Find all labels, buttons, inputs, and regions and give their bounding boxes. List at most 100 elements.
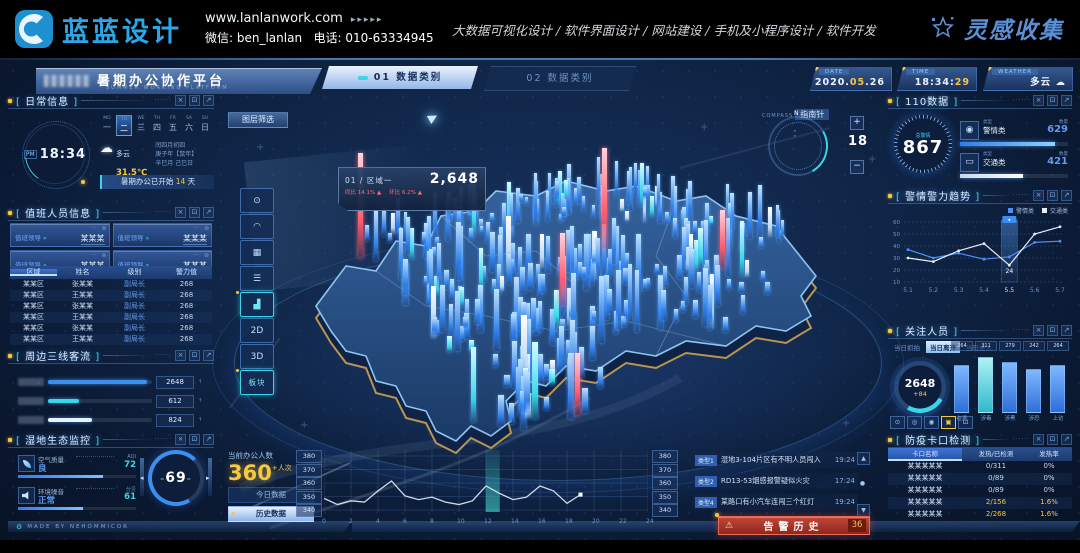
weekday[interactable]: FR五 bbox=[166, 115, 180, 136]
window-icon[interactable]: ⊡ bbox=[189, 207, 200, 218]
plus-decor: + bbox=[868, 154, 876, 165]
scroll-up-icon[interactable]: ▲ bbox=[857, 452, 870, 465]
bar-label: 涉恐 bbox=[1022, 414, 1046, 422]
x-tick: 16 bbox=[538, 518, 546, 525]
window-icon[interactable]: ⊡ bbox=[189, 350, 200, 361]
tab-data-category-2[interactable]: 02 数据类别 bbox=[484, 66, 636, 91]
expand-icon[interactable]: ↗ bbox=[203, 350, 214, 361]
weekday[interactable]: SA六 bbox=[182, 115, 196, 136]
weekday[interactable]: TU二 bbox=[116, 115, 132, 136]
duty-table: 区域姓名级别警力值某某区张某某副局长268某某区王某某副局长268某某区张某某副… bbox=[10, 266, 212, 345]
cctv-icon[interactable]: ⊙ bbox=[240, 188, 274, 213]
close-icon[interactable]: × bbox=[175, 350, 186, 361]
focus-tab[interactable]: 当日抓拍 bbox=[890, 341, 924, 353]
weekday[interactable]: SU日 bbox=[198, 115, 212, 136]
zoom-out-button[interactable]: − bbox=[850, 160, 864, 174]
bar[interactable] bbox=[978, 357, 993, 413]
table-row[interactable]: 某某某某某0/890% bbox=[888, 473, 1072, 485]
gauge-right-arrow[interactable]: ▸ bbox=[206, 474, 210, 482]
close-icon[interactable]: ⊗ bbox=[204, 252, 209, 259]
table-row[interactable]: 某某某某某2/1561.6% bbox=[888, 497, 1072, 509]
alert-tag: 类型2 bbox=[695, 476, 717, 487]
expand-icon[interactable]: ↗ bbox=[1061, 95, 1072, 106]
table-row[interactable]: 某某区王某某副局长268 bbox=[10, 334, 212, 345]
chart-icon[interactable]: ▟ bbox=[240, 292, 274, 317]
corner-accent bbox=[8, 99, 12, 103]
alert-item[interactable]: 类型1湿地3-104片区有不明人员闯入19:24 bbox=[692, 452, 858, 468]
table-row[interactable]: 某某某某某2/2681.6% bbox=[888, 509, 1072, 521]
eco-gauge: 69 bbox=[148, 450, 204, 506]
services-list: 大数据可视化设计 / 软件界面设计 / 网站建设 / 手机及小程序设计 / 软件… bbox=[452, 20, 882, 39]
window-icon[interactable]: ⊡ bbox=[189, 434, 200, 445]
window-icon[interactable]: ⊡ bbox=[189, 95, 200, 106]
gauge-left-arrow[interactable]: ◂ bbox=[140, 474, 144, 482]
weekday[interactable]: TH四 bbox=[150, 115, 164, 136]
alert-item[interactable]: 类型4某路口有小汽车连闯三个红灯19:24 bbox=[692, 494, 858, 510]
2d-icon[interactable]: 2D bbox=[240, 318, 274, 343]
window-icon[interactable]: ⊡ bbox=[1047, 190, 1058, 201]
grid-icon[interactable]: ▦ bbox=[240, 240, 274, 265]
table-row[interactable]: 某某区张某某副局长268 bbox=[10, 279, 212, 290]
tab-pill-icon bbox=[358, 76, 368, 80]
bar[interactable] bbox=[954, 365, 969, 413]
air-quality-item: 空气质量 AQI 72 良 bbox=[18, 454, 136, 480]
yoy-label: 同比 bbox=[345, 190, 356, 196]
close-icon[interactable]: × bbox=[1033, 325, 1044, 336]
close-icon[interactable]: × bbox=[1033, 190, 1044, 201]
expand-icon[interactable]: ↗ bbox=[1061, 325, 1072, 336]
expand-icon[interactable]: ↗ bbox=[203, 434, 214, 445]
tool-icon[interactable]: ◉ bbox=[924, 416, 939, 429]
bar[interactable] bbox=[1002, 362, 1017, 413]
close-icon[interactable]: ⊗ bbox=[101, 225, 106, 232]
window-icon[interactable]: ⊡ bbox=[1047, 95, 1058, 106]
expand-icon[interactable]: ↗ bbox=[1061, 190, 1072, 201]
duty-card[interactable]: 值班领导»···⊗某某某 bbox=[113, 223, 213, 247]
alert-item[interactable]: 类型2RD13-53烟感报警疑似火灾17:24 bbox=[692, 473, 858, 489]
radar-icon[interactable]: ◠ bbox=[240, 214, 274, 239]
inspiration-collect[interactable]: 灵感收集 bbox=[930, 11, 1064, 45]
panel-daily-info: 日常信息 ······ × ⊡ ↗ PM 18:34 MO一TU二WE三TH四F… bbox=[8, 93, 214, 201]
table-row[interactable]: 某某区王某某副局长268 bbox=[10, 312, 212, 323]
noise-value: 61 bbox=[124, 492, 136, 502]
table-row[interactable]: 某某区王某某副局长268 bbox=[10, 290, 212, 301]
plus-decor: + bbox=[256, 142, 264, 153]
close-icon[interactable]: × bbox=[1033, 434, 1044, 445]
tab-data-category-1[interactable]: 01 数据类别 bbox=[322, 66, 478, 89]
expand-icon[interactable]: ↗ bbox=[203, 95, 214, 106]
tool-icon[interactable]: ◎ bbox=[907, 416, 922, 429]
expand-icon[interactable]: ↗ bbox=[1061, 434, 1072, 445]
window-icon[interactable]: ⊡ bbox=[1047, 325, 1058, 336]
website-link[interactable]: www.lanlanwork.com bbox=[205, 11, 343, 26]
panel-title: 关注人员 bbox=[896, 323, 958, 338]
alert-list-block: 类型1湿地3-104片区有不明人员闯入19:24 类型2RD13-53烟感报警疑似… bbox=[692, 452, 872, 538]
close-icon[interactable]: ⊗ bbox=[101, 252, 106, 259]
zoom-in-button[interactable]: + bbox=[850, 116, 864, 130]
alert-history-button[interactable]: ⚠ 告警历史 36 bbox=[718, 516, 870, 535]
close-icon[interactable]: × bbox=[175, 434, 186, 445]
table-row[interactable]: 某某某某某0/890% bbox=[888, 485, 1072, 497]
svg-text:5.4: 5.4 bbox=[979, 287, 989, 294]
close-icon[interactable]: × bbox=[175, 207, 186, 218]
svg-text:20: 20 bbox=[893, 268, 900, 274]
bar[interactable] bbox=[1026, 369, 1041, 413]
table-row[interactable]: 某某区张某某副局长268 bbox=[10, 301, 212, 312]
close-icon[interactable]: × bbox=[175, 95, 186, 106]
close-icon[interactable]: × bbox=[1033, 95, 1044, 106]
blocks-icon[interactable]: 板块 bbox=[240, 370, 274, 395]
window-icon[interactable]: ⊡ bbox=[1047, 434, 1058, 445]
expand-icon[interactable]: ↗ bbox=[203, 207, 214, 218]
svg-text:30: 30 bbox=[893, 256, 900, 262]
tool-icon[interactable]: ⊙ bbox=[890, 416, 905, 429]
list-icon[interactable]: ☰ bbox=[240, 266, 274, 291]
duty-card[interactable]: 值班领导»···⊗某某某 bbox=[10, 223, 110, 247]
close-icon[interactable]: ⊗ bbox=[204, 225, 209, 232]
table-row[interactable]: 某某某某某0/3110% bbox=[888, 461, 1072, 473]
bar-label: 涉黑 bbox=[998, 414, 1022, 422]
bar-value: 242 bbox=[1023, 341, 1045, 351]
3d-icon[interactable]: 3D bbox=[240, 344, 274, 369]
weather-value: 多云 bbox=[1030, 77, 1051, 88]
weekday[interactable]: MO一 bbox=[100, 115, 114, 136]
bar[interactable] bbox=[1050, 365, 1065, 413]
weekday[interactable]: WE三 bbox=[134, 115, 148, 136]
table-row[interactable]: 某某区张某某副局长268 bbox=[10, 323, 212, 334]
